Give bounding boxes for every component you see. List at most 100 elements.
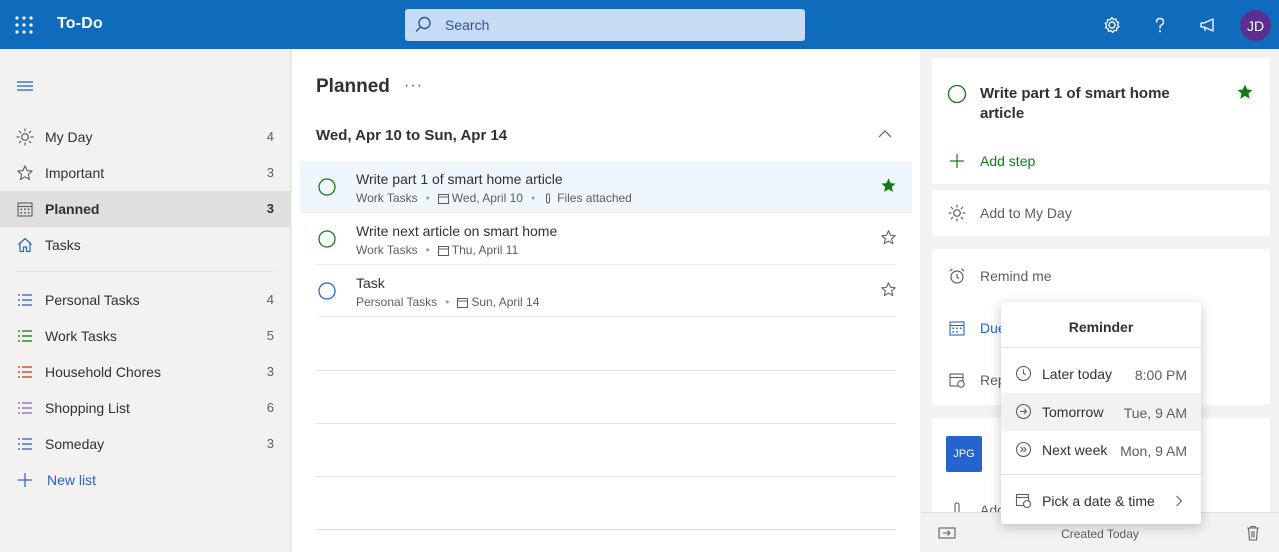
search-box[interactable]: Search <box>405 9 805 41</box>
sidebar-item-planned[interactable]: Planned 3 <box>0 191 290 227</box>
calendar-icon <box>457 297 469 308</box>
calendar-icon <box>949 321 965 336</box>
separator-dot: • <box>445 295 450 309</box>
new-list-label: New list <box>47 472 97 488</box>
chevron-right-icon <box>1176 495 1183 507</box>
separator-dot: • <box>425 191 430 205</box>
sidebar-item-shopping-list[interactable]: Shopping List 6 <box>0 390 290 426</box>
add-to-my-day-row[interactable]: Add to My Day <box>932 190 1270 236</box>
sidebar-item-count: 3 <box>266 165 274 180</box>
separator-dot: • <box>530 191 536 205</box>
app-launcher-icon[interactable] <box>15 16 33 34</box>
popup-divider <box>1001 474 1201 475</box>
star-filled-icon[interactable] <box>1236 83 1254 101</box>
task-files-note: Files attached <box>557 191 632 205</box>
sidebar-item-label: Important <box>45 165 105 181</box>
star-outline-icon[interactable] <box>880 281 897 298</box>
task-title: Write part 1 of smart home article <box>356 171 563 187</box>
popup-divider <box>1001 347 1201 348</box>
sidebar-item-count: 5 <box>266 328 274 343</box>
task-list-name: Work Tasks <box>356 243 418 257</box>
sidebar-item-someday[interactable]: Someday 3 <box>0 426 290 462</box>
reminder-option-time: 8:00 PM <box>1134 367 1187 383</box>
remind-me-label: Remind me <box>980 268 1052 284</box>
empty-row-line <box>316 529 896 530</box>
reminder-option-label: Later today <box>1042 366 1113 382</box>
sidebar-item-count: 3 <box>266 436 274 451</box>
reminder-option-next-week[interactable]: Next week Mon, 9 AM <box>1001 431 1201 469</box>
menu-hamburger-icon[interactable] <box>17 79 35 93</box>
pick-date-time-option[interactable]: Pick a date & time <box>1001 482 1201 520</box>
sidebar-item-work-tasks[interactable]: Work Tasks 5 <box>0 318 290 354</box>
alarm-clock-icon <box>949 268 965 284</box>
sidebar-item-tasks[interactable]: Tasks <box>0 227 290 263</box>
delete-trash-icon[interactable] <box>1244 525 1262 541</box>
star-filled-icon[interactable] <box>880 177 897 194</box>
sidebar-item-important[interactable]: Important 3 <box>0 155 290 191</box>
task-title: Task <box>356 275 385 291</box>
sidebar-item-count: 3 <box>266 201 274 216</box>
created-date: Created Today <box>1061 527 1139 541</box>
reminder-popup-title: Reminder <box>1068 319 1134 335</box>
separator-dot: • <box>425 243 430 257</box>
add-step-label: Add step <box>980 153 1036 169</box>
complete-checkbox-icon[interactable] <box>318 230 336 248</box>
calendar-icon <box>437 245 449 256</box>
list-icon <box>18 294 32 306</box>
sidebar-divider <box>16 271 274 272</box>
add-to-my-day-card[interactable]: Add to My Day <box>932 190 1270 236</box>
paperclip-icon <box>546 192 551 204</box>
file-type-badge[interactable]: JPG <box>946 436 982 472</box>
home-icon <box>18 237 32 253</box>
sidebar-item-label: Personal Tasks <box>45 292 140 308</box>
calendar-icon <box>437 193 449 204</box>
sidebar-item-label: Tasks <box>45 237 81 253</box>
group-header[interactable]: Wed, Apr 10 to Sun, Apr 14 <box>316 127 507 144</box>
list-icon <box>18 330 32 342</box>
gear-icon[interactable] <box>1102 15 1122 35</box>
empty-row-line <box>316 476 896 477</box>
calendar-icon <box>17 202 33 217</box>
feedback-megaphone-icon[interactable] <box>1198 15 1218 35</box>
task-meta: Work Tasks • Wed, April 10 • Files attac… <box>356 191 632 205</box>
plus-icon <box>18 473 32 487</box>
complete-checkbox-icon[interactable] <box>947 84 967 104</box>
task-detail-title[interactable]: Write part 1 of smart home article <box>980 84 1200 124</box>
remind-me-row[interactable]: Remind me <box>932 253 1270 299</box>
task-row[interactable]: Task Personal Tasks • Sun, April 14 <box>300 265 912 317</box>
task-due-date: Sun, April 14 <box>471 295 540 309</box>
chevron-up-icon[interactable] <box>878 129 892 139</box>
reminder-option-time: Mon, 9 AM <box>1120 443 1187 459</box>
task-detail-card: Write part 1 of smart home article Add s… <box>932 58 1270 184</box>
main-panel: Planned ··· Wed, Apr 10 to Sun, Apr 14 W… <box>292 49 920 552</box>
sidebar-item-household-chores[interactable]: Household Chores 3 <box>0 354 290 390</box>
reminder-option-later-today[interactable]: Later today 8:00 PM <box>1001 355 1201 393</box>
app-title[interactable]: To-Do <box>57 15 103 33</box>
empty-row-line <box>316 370 896 371</box>
complete-checkbox-icon[interactable] <box>318 282 336 300</box>
sidebar-item-label: Someday <box>45 436 105 452</box>
top-bar: To-Do Search JD <box>0 0 1279 49</box>
double-chevron-circle-icon <box>1015 441 1032 458</box>
add-step-button[interactable]: Add step <box>932 138 1270 184</box>
task-list-name: Work Tasks <box>356 191 418 205</box>
empty-row-line <box>316 423 896 424</box>
sidebar-item-personal-tasks[interactable]: Personal Tasks 4 <box>0 282 290 318</box>
clock-icon <box>1015 365 1032 382</box>
complete-checkbox-icon[interactable] <box>318 178 336 196</box>
help-icon[interactable] <box>1150 15 1170 35</box>
avatar[interactable]: JD <box>1240 10 1271 41</box>
star-outline-icon[interactable] <box>880 229 897 246</box>
sidebar-item-my-day[interactable]: My Day 4 <box>0 119 290 155</box>
task-row[interactable]: Write part 1 of smart home article Work … <box>300 161 912 213</box>
sidebar-item-count: 3 <box>266 364 274 379</box>
sidebar-item-count: 4 <box>266 129 274 144</box>
sidebar-item-count: 4 <box>266 292 274 307</box>
search-icon <box>415 16 431 32</box>
reminder-option-tomorrow[interactable]: Tomorrow Tue, 9 AM <box>1001 393 1201 431</box>
task-row[interactable]: Write next article on smart home Work Ta… <box>300 213 912 265</box>
sidebar-item-label: My Day <box>45 129 93 145</box>
reminder-option-time: Tue, 9 AM <box>1123 405 1187 421</box>
more-options-button[interactable]: ··· <box>404 77 423 95</box>
new-list-button[interactable]: New list <box>0 462 290 498</box>
